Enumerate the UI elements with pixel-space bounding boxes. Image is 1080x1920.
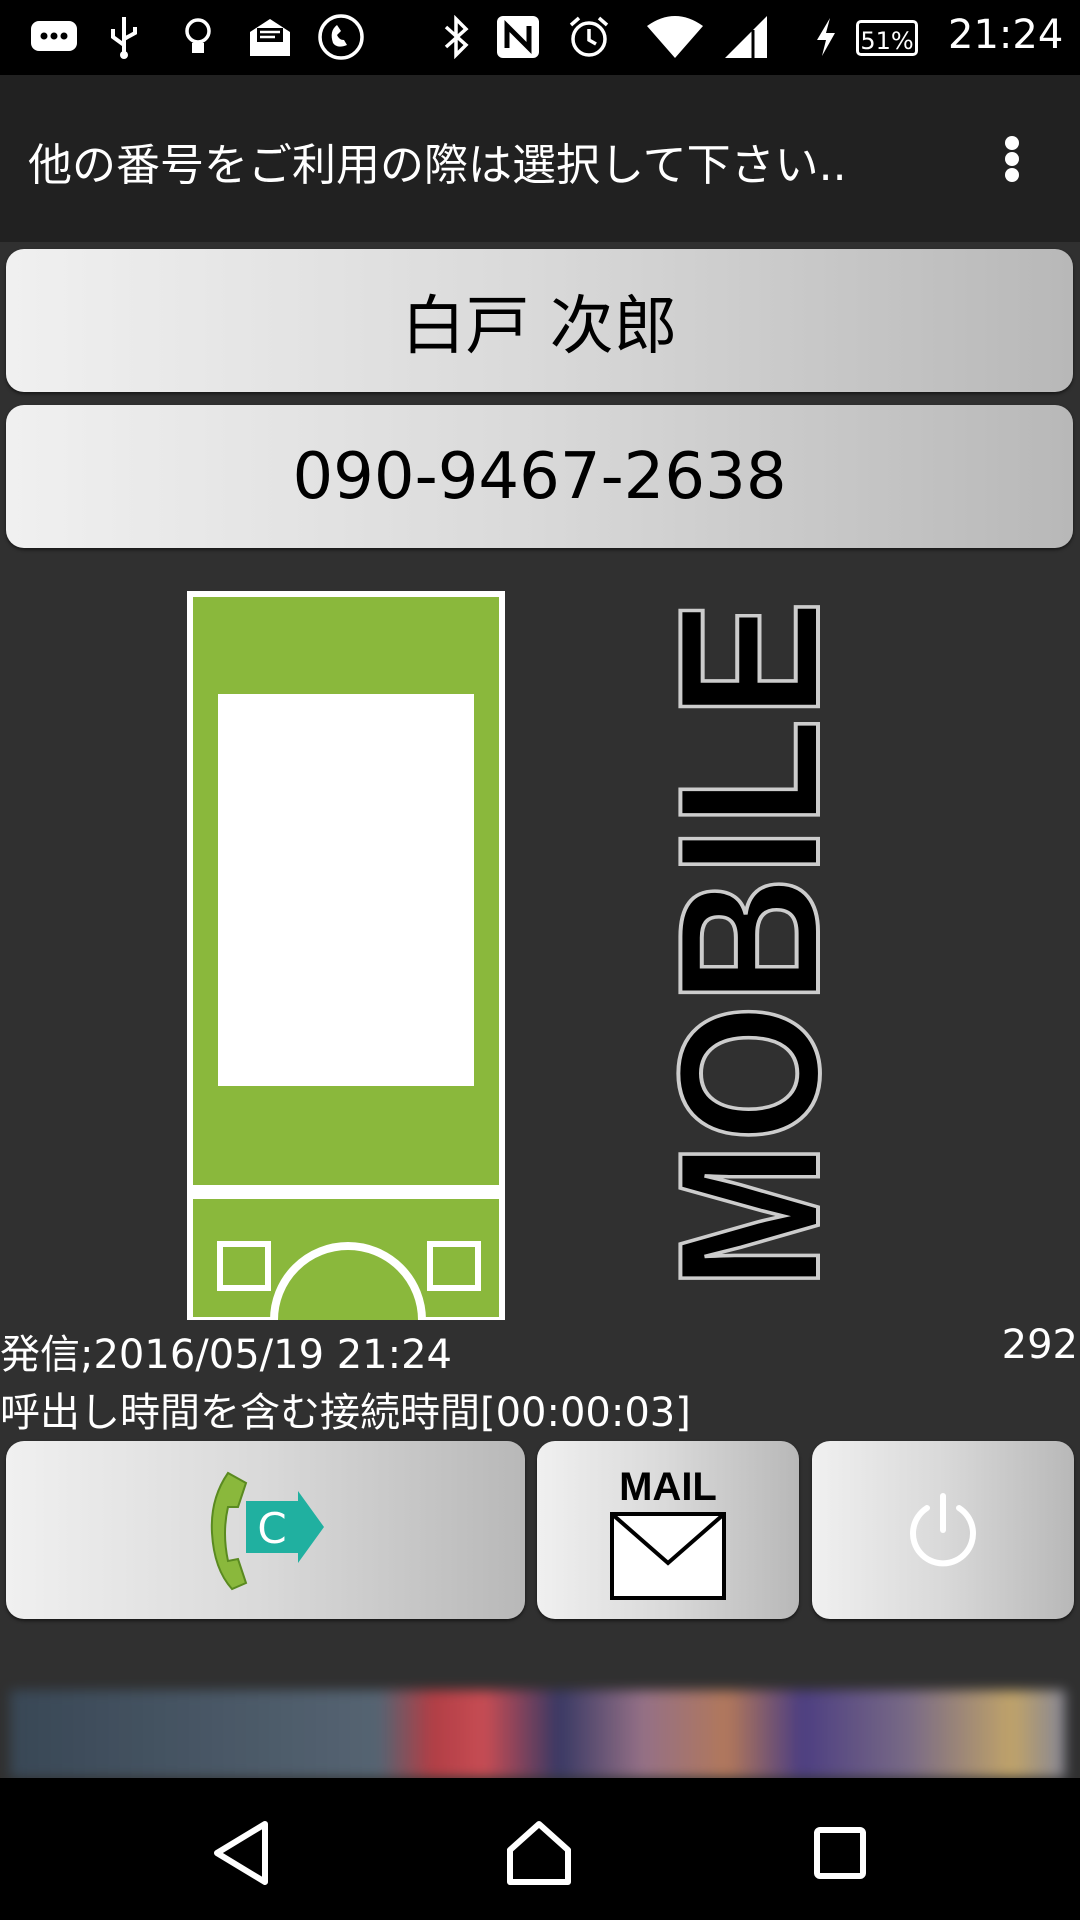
svg-text:C: C bbox=[257, 1504, 286, 1553]
app-bar-title[interactable]: 他の番号をご利用の際は選択して下さい.. bbox=[28, 129, 847, 193]
mail-button[interactable]: MAIL bbox=[537, 1441, 799, 1619]
usb-icon bbox=[106, 14, 142, 60]
bluetooth-icon bbox=[440, 14, 472, 60]
battery-icon: 51% bbox=[856, 20, 918, 56]
mail-open-icon bbox=[246, 14, 294, 60]
signal-icon bbox=[722, 14, 770, 60]
call-c-icon: C bbox=[210, 1471, 324, 1591]
mobile-logo-text: MOBILE bbox=[650, 600, 830, 1290]
status-bar: 51% 21:24 bbox=[0, 0, 1080, 75]
phone-illustration bbox=[187, 591, 505, 1320]
mail-label: MAIL bbox=[619, 1465, 717, 1509]
call-button[interactable]: C bbox=[6, 1441, 525, 1619]
back-icon[interactable] bbox=[196, 1808, 286, 1898]
home-icon[interactable] bbox=[494, 1808, 584, 1898]
call-count: 292 bbox=[1001, 1322, 1078, 1368]
contact-name-button[interactable]: 白戸 次郎 bbox=[6, 249, 1073, 392]
app-bar: 他の番号をご利用の際は選択して下さい.. bbox=[0, 75, 1080, 242]
mail-icon bbox=[610, 1512, 726, 1600]
charging-icon bbox=[812, 14, 840, 60]
status-time: 21:24 bbox=[948, 12, 1064, 58]
phone-number-label: 090-9467-2638 bbox=[292, 439, 787, 514]
recents-icon[interactable] bbox=[795, 1808, 885, 1898]
contact-name-label: 白戸 次郎 bbox=[401, 289, 678, 364]
nav-bar bbox=[0, 1778, 1080, 1920]
mobile-logo: MOBILE bbox=[636, 598, 863, 1300]
ad-banner[interactable] bbox=[10, 1690, 1065, 1778]
lightbulb-icon bbox=[180, 14, 216, 60]
phone-number-button[interactable]: 090-9467-2638 bbox=[6, 405, 1073, 548]
power-icon bbox=[910, 1493, 976, 1567]
power-button[interactable] bbox=[812, 1441, 1074, 1619]
message-icon bbox=[28, 14, 80, 60]
alarm-icon bbox=[566, 14, 612, 60]
overflow-menu-icon[interactable] bbox=[995, 128, 1029, 188]
call-icon bbox=[316, 14, 366, 60]
call-duration: 呼出し時間を含む接続時間[00:00:03] bbox=[0, 1390, 691, 1436]
call-info: 発信;2016/05/19 21:24 bbox=[0, 1332, 453, 1378]
nfc-icon bbox=[494, 14, 542, 60]
wifi-icon bbox=[644, 14, 706, 60]
